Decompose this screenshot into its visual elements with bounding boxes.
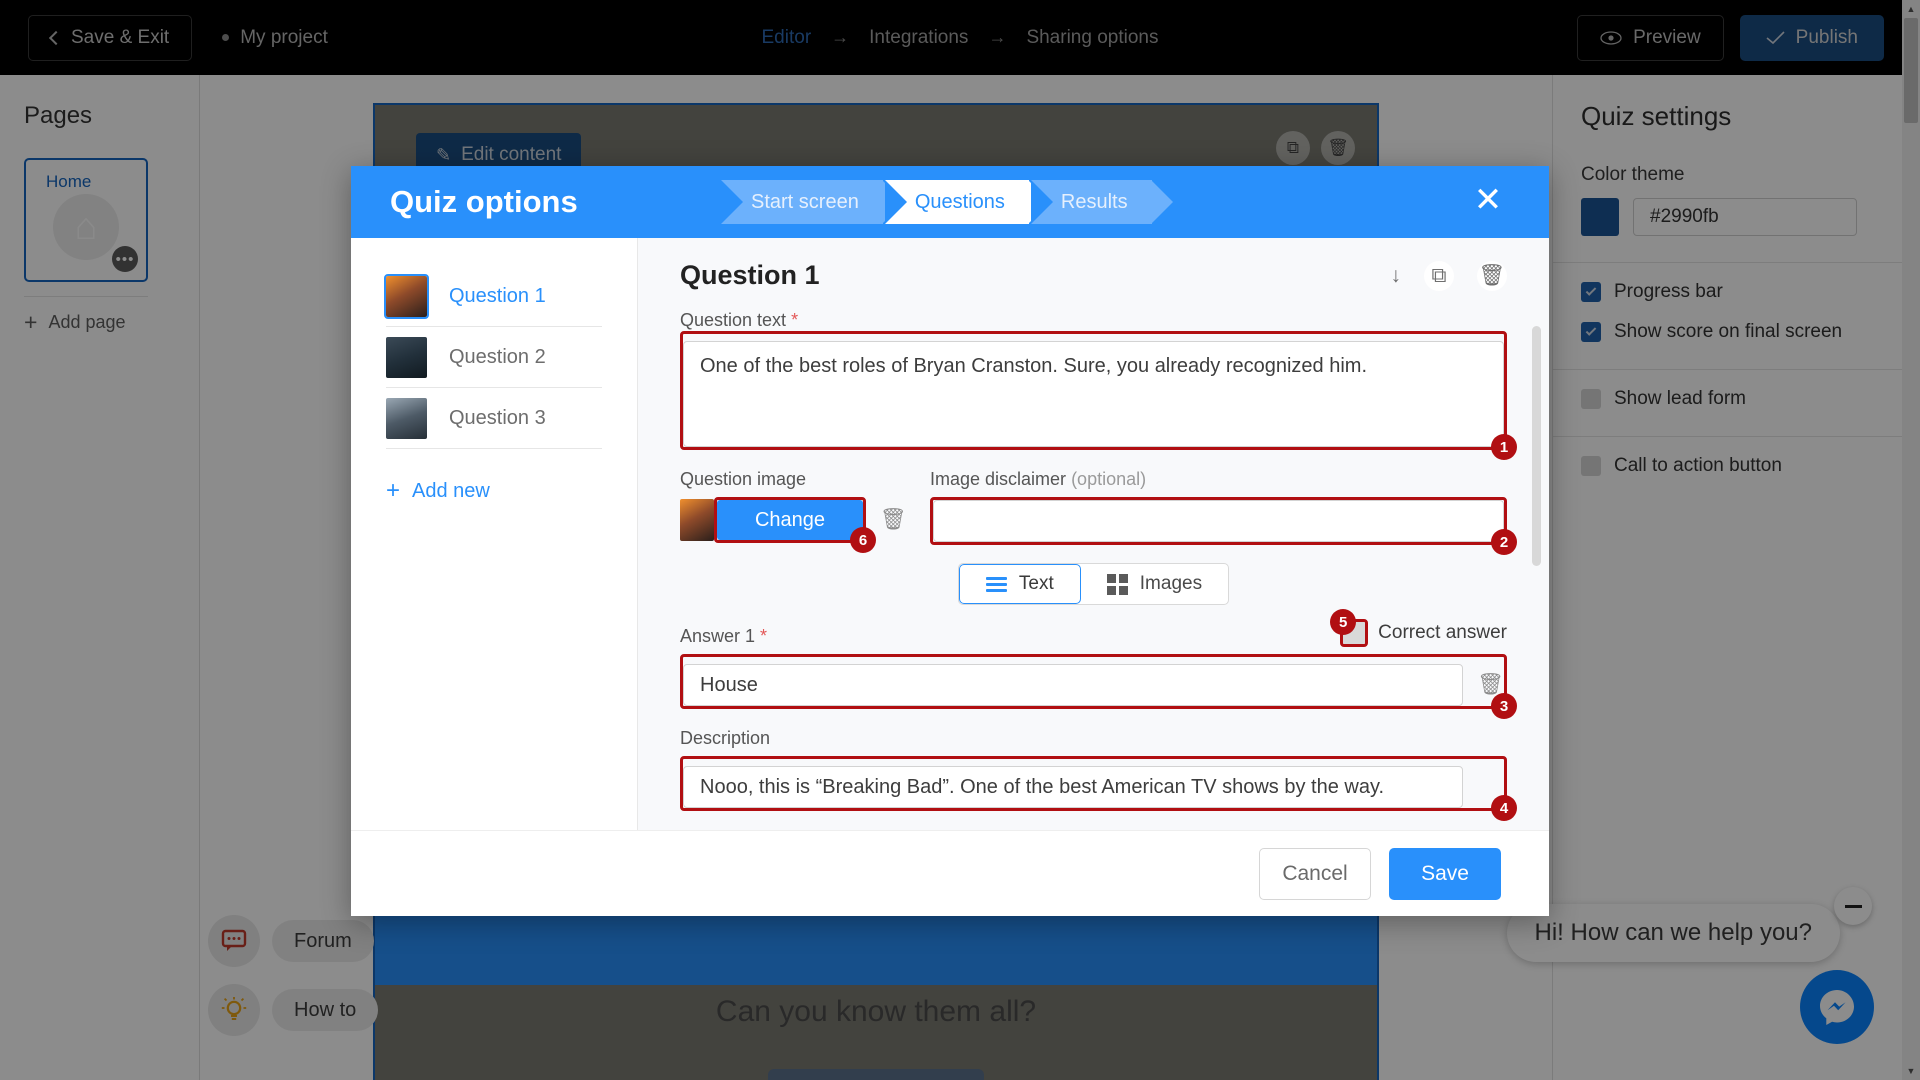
question-label: Question 1	[449, 284, 546, 307]
plus-icon: +	[386, 477, 401, 504]
tab-label: Images	[1139, 573, 1203, 594]
annotation-badge-2: 2	[1491, 529, 1517, 555]
annotation-badge-6: 6	[850, 527, 876, 553]
tab-text[interactable]: Text	[958, 564, 1081, 604]
step-start-screen[interactable]: Start screen	[721, 180, 904, 224]
required-asterisk: *	[755, 626, 768, 646]
step-label: Results	[1060, 190, 1128, 213]
list-item-question-1[interactable]: Question 1	[351, 266, 637, 326]
modal-body: Question 1 Question 2 Question 3 + Add n…	[351, 238, 1549, 830]
question-image-thumbnail	[680, 499, 714, 541]
step-questions[interactable]: Questions	[884, 180, 1050, 224]
add-new-question-button[interactable]: + Add new	[386, 479, 637, 503]
grid-icon	[1106, 573, 1128, 595]
question-thumbnail	[384, 273, 429, 319]
question-list: Question 1 Question 2 Question 3 + Add n…	[351, 238, 638, 830]
answer-1-highlight: House 🗑 3	[680, 654, 1517, 719]
answer-1-row: House 🗑	[683, 664, 1504, 706]
image-disclaimer-label: Image disclaimer (optional)	[930, 469, 1507, 490]
modal-scrollbar-thumb[interactable]	[1532, 326, 1541, 566]
tab-label: Text	[1018, 573, 1054, 594]
required-asterisk: *	[786, 310, 799, 330]
annotation-badge-3: 3	[1491, 693, 1517, 719]
question-editor: Question 1 ↓ ⧉ 🗑 Question text * One of …	[638, 238, 1549, 830]
question-text-label: Question text *	[680, 310, 1507, 331]
list-divider	[386, 448, 602, 449]
close-icon[interactable]: ✕	[1471, 183, 1505, 219]
modal-title: Quiz options	[390, 184, 578, 219]
page-title: Question 1	[680, 260, 820, 290]
duplicate-question-icon[interactable]: ⧉	[1424, 260, 1454, 291]
step-label: Start screen	[751, 190, 859, 213]
delete-image-icon[interactable]: 🗑	[880, 508, 907, 532]
change-image-button[interactable]: Change	[717, 500, 863, 540]
image-disclaimer-column: Image disclaimer (optional) 2	[930, 458, 1517, 555]
list-icon	[985, 576, 1007, 592]
quiz-options-modal: Quiz options Start screen Questions Resu…	[351, 166, 1549, 916]
list-item-question-2[interactable]: Question 2	[351, 327, 637, 387]
correct-answer-control: 5 Correct answer	[1330, 609, 1507, 647]
question-thumbnail	[386, 397, 427, 439]
change-image-highlight: Change 6	[714, 497, 876, 553]
save-button[interactable]: Save	[1389, 847, 1501, 900]
question-text-highlight: One of the best roles of Bryan Cranston.…	[680, 331, 1517, 460]
modal-footer: Cancel Save	[351, 830, 1549, 916]
tab-images[interactable]: Images	[1081, 564, 1228, 604]
label-text: Image disclaimer	[930, 469, 1067, 489]
step-results[interactable]: Results	[1030, 180, 1173, 224]
question-image-column: Question image Change 6 🗑	[680, 458, 908, 553]
question-editor-header: Question 1 ↓ ⧉ 🗑	[680, 260, 1507, 291]
answer-header-row: Answer 1 * 5 Correct answer	[680, 609, 1507, 647]
question-image-controls: Change 6 🗑	[680, 497, 908, 553]
question-image-label: Question image	[680, 469, 807, 489]
image-disclaimer-input[interactable]	[933, 500, 1504, 542]
question-label: Question 3	[449, 406, 546, 429]
optional-hint: (optional)	[1071, 469, 1147, 489]
answer-1-label: Answer 1 *	[680, 626, 767, 647]
modal-step-nav: Start screen Questions Results	[721, 180, 1173, 224]
modal-scrollbar[interactable]	[1532, 326, 1541, 830]
label-text: Question text	[680, 310, 787, 330]
answer-1-input[interactable]: House	[683, 664, 1464, 706]
modal-header: Quiz options Start screen Questions Resu…	[351, 166, 1549, 238]
correct-answer-highlight: 5	[1330, 609, 1369, 647]
description-highlight: Nooo, this is “Breaking Bad”. One of the…	[680, 756, 1517, 821]
answer-type-toggle: Text Images	[957, 563, 1230, 605]
annotation-badge-5: 5	[1330, 609, 1357, 635]
cancel-button[interactable]: Cancel	[1259, 847, 1371, 900]
description-label: Description	[680, 728, 771, 748]
description-input[interactable]: Nooo, this is “Breaking Bad”. One of the…	[683, 766, 1464, 808]
image-disclaimer-highlight: 2	[930, 497, 1517, 555]
step-label: Questions	[914, 190, 1005, 213]
annotation-badge-4: 4	[1491, 795, 1517, 821]
move-down-icon[interactable]: ↓	[1391, 264, 1402, 288]
question-label: Question 2	[449, 345, 546, 368]
question-text-input[interactable]: One of the best roles of Bryan Cranston.…	[683, 341, 1504, 447]
correct-answer-label: Correct answer	[1378, 622, 1507, 643]
answer-type-toggle-wrap: Text Images	[680, 563, 1507, 605]
question-tools: ↓ ⧉ 🗑	[1391, 260, 1507, 291]
add-new-label: Add new	[412, 479, 490, 502]
annotation-badge-1: 1	[1491, 434, 1517, 460]
image-and-disclaimer-row: Question image Change 6 🗑 Image disclaim…	[680, 458, 1517, 555]
delete-question-icon[interactable]: 🗑	[1477, 260, 1507, 291]
label-text: Answer 1	[680, 626, 756, 646]
description-row: Nooo, this is “Breaking Bad”. One of the…	[683, 766, 1504, 808]
question-thumbnail	[386, 336, 427, 378]
list-item-question-3[interactable]: Question 3	[351, 388, 637, 448]
screen-root: Pages Home ⌂ ••• + Add page ✎ Edit conte…	[0, 0, 1920, 1080]
